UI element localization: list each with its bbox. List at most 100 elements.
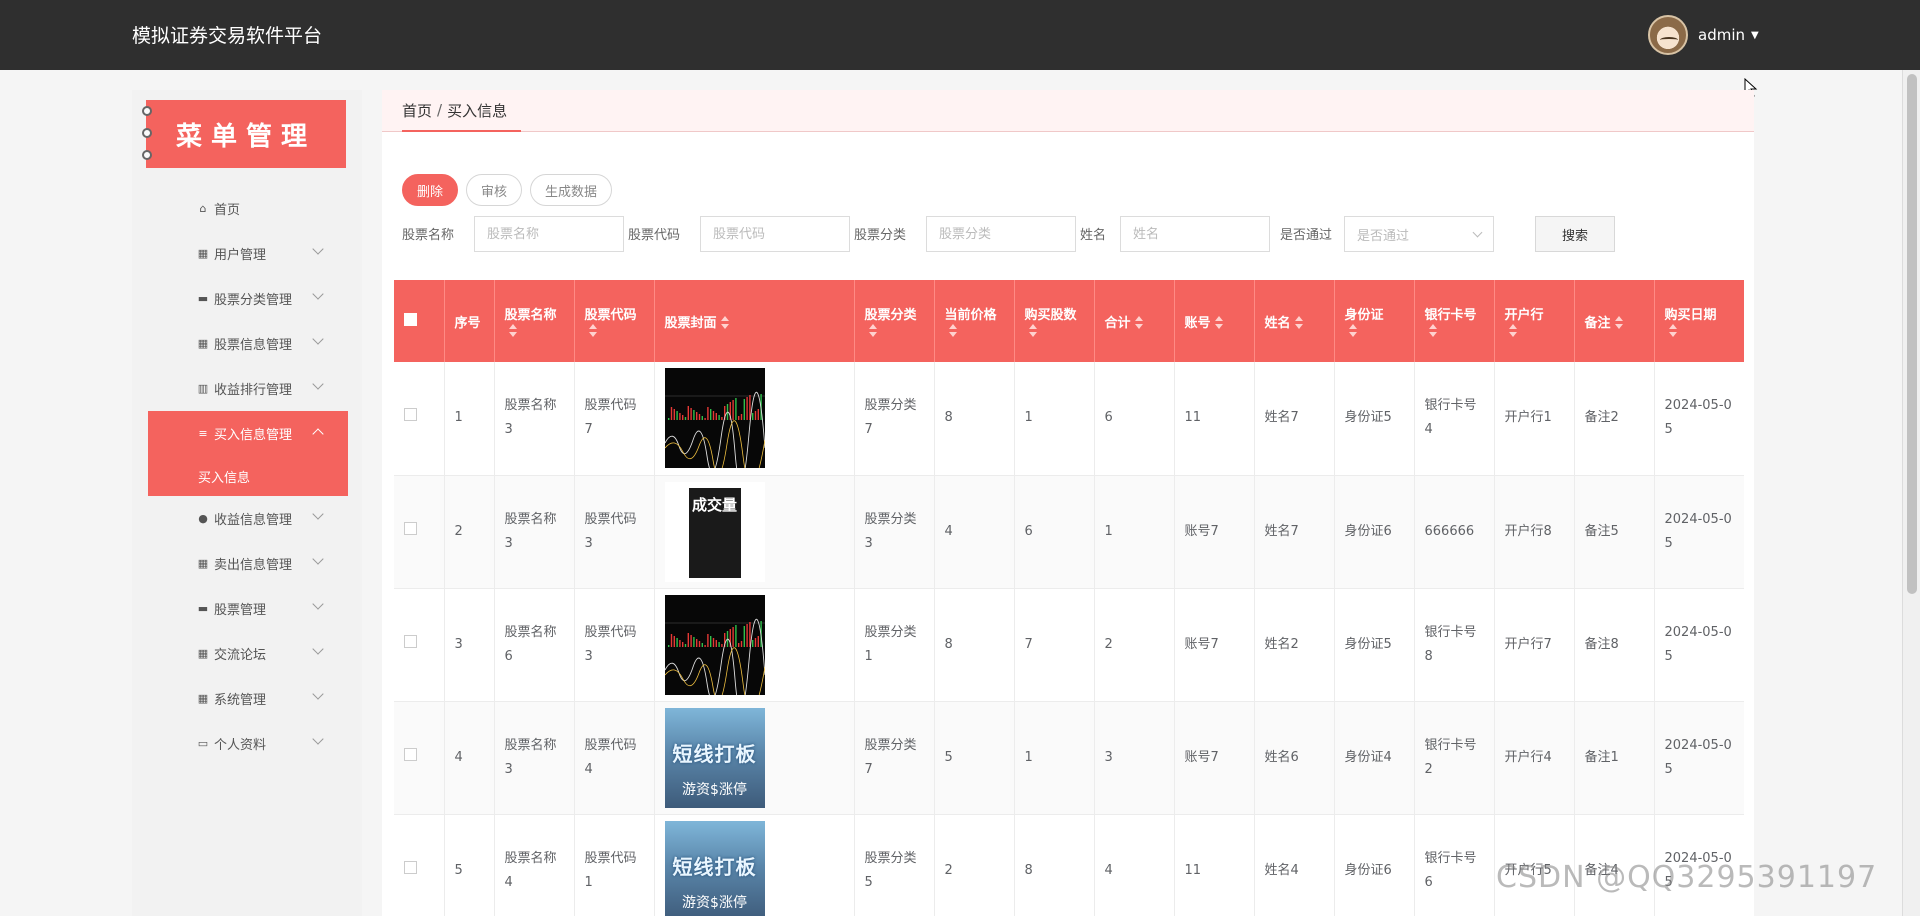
row-select-cell xyxy=(394,588,445,702)
select-all-checkbox[interactable] xyxy=(404,312,417,326)
sidebar-item-6[interactable]: ● 收益信息管理 xyxy=(148,496,348,541)
approved-select[interactable]: 是否通过 xyxy=(1344,216,1494,252)
sidebar-item-4[interactable]: ▥ 收益排行管理 xyxy=(148,366,348,411)
user-menu[interactable]: admin ▼ xyxy=(1648,14,1759,56)
column-header[interactable]: 当前价格 xyxy=(934,280,1015,362)
delete-button[interactable]: 删除 xyxy=(402,174,459,206)
sort-caret-icon[interactable] xyxy=(1134,316,1144,330)
cell-category: 股票分类1 xyxy=(854,588,935,702)
sort-caret-icon[interactable] xyxy=(948,323,958,338)
app-title: 模拟证券交易软件平台 xyxy=(132,25,323,47)
stock-code-input[interactable] xyxy=(700,216,850,252)
sort-caret-icon[interactable] xyxy=(1214,316,1224,330)
breadcrumb-home[interactable]: 首页 xyxy=(402,100,432,121)
column-header[interactable]: 股票代码 xyxy=(574,280,655,362)
cell-id: 3 xyxy=(444,588,495,702)
sort-caret-icon[interactable] xyxy=(720,316,730,330)
cell-branch: 开户行8 xyxy=(1494,475,1575,589)
row-select-cell xyxy=(394,814,445,916)
sort-caret-icon[interactable] xyxy=(1614,316,1624,330)
sidebar-item-8[interactable]: ▬ 股票管理 xyxy=(148,586,348,631)
sidebar-item-5[interactable]: ≡ 买入信息管理 xyxy=(148,411,348,456)
sort-caret-icon[interactable] xyxy=(1028,323,1038,338)
sidebar-subitem-buy-info[interactable]: 买入信息 xyxy=(148,456,348,496)
table-row[interactable]: 4 股票名称3 股票代码4 短线打板 游资$涨停 股票分类7 5 1 3 账号7 姓名6 身份证4 银行… xyxy=(394,701,1744,815)
sidebar-item-label: 首页 xyxy=(214,203,241,218)
sort-caret-icon[interactable] xyxy=(508,323,518,338)
cell-account: 11 xyxy=(1174,814,1255,916)
column-header[interactable]: 银行卡号 xyxy=(1414,280,1495,362)
sidebar: 菜单管理 ⌂ 首页 ▦ 用户管理 ▬ 股票分类管理 ▦ 股票信息管理 ▥ 收益排行管理 ≡ 买入信息管… xyxy=(132,90,362,916)
cell-account: 账号7 xyxy=(1174,475,1255,589)
cell-note: 备注1 xyxy=(1574,701,1655,815)
page-scrollbar[interactable] xyxy=(1902,70,1920,916)
column-header-label: 当前价格 xyxy=(944,308,997,323)
sidebar-item-7[interactable]: ▦ 卖出信息管理 xyxy=(148,541,348,586)
book-cover-image: 成交量 xyxy=(664,481,765,582)
cell-shares: 1 xyxy=(1014,701,1095,815)
scrollbar-thumb[interactable] xyxy=(1907,74,1917,594)
column-header-label: 姓名 xyxy=(1264,315,1291,331)
sidebar-item-label: 卖出信息管理 xyxy=(214,558,293,573)
stock-name-input[interactable] xyxy=(474,216,624,252)
poster-title: 短线打板 xyxy=(672,854,757,879)
user-name[interactable]: admin xyxy=(1698,26,1745,44)
cell-cover: 短线打板 游资$涨停 xyxy=(654,701,855,815)
table-row[interactable]: 1 股票名称3 股票代码7 股票分类7 8 1 6 11 姓名7 身份证5 银行卡号4 开户行1 备注2… xyxy=(394,362,1744,476)
search-button[interactable]: 搜索 xyxy=(1535,216,1615,252)
column-header[interactable]: 合计 xyxy=(1094,280,1175,362)
sort-caret-icon[interactable] xyxy=(868,323,878,338)
sort-caret-icon[interactable] xyxy=(1348,323,1358,338)
column-header[interactable]: 账号 xyxy=(1174,280,1255,362)
sidebar-item-1[interactable]: ▦ 用户管理 xyxy=(148,231,348,276)
action-buttons: 删除 审核 生成数据 xyxy=(402,174,620,206)
column-header[interactable]: 开户行 xyxy=(1494,280,1575,362)
sidebar-item-3[interactable]: ▦ 股票信息管理 xyxy=(148,321,348,366)
cell-code: 股票代码1 xyxy=(574,814,655,916)
chevron-down-icon xyxy=(312,333,324,345)
column-header[interactable]: 姓名 xyxy=(1254,280,1335,362)
stock-category-input[interactable] xyxy=(926,216,1076,252)
audit-button[interactable]: 审核 xyxy=(466,174,523,206)
caret-down-icon[interactable]: ▼ xyxy=(1751,30,1759,41)
cell-cover xyxy=(654,588,855,702)
bar-chart-icon: ▥ xyxy=(197,382,209,395)
cell-name: 股票名称6 xyxy=(494,588,575,702)
column-header[interactable]: 股票名称 xyxy=(494,280,575,362)
row-checkbox[interactable] xyxy=(404,634,417,648)
sidebar-item-0[interactable]: ⌂ 首页 xyxy=(148,186,348,231)
sort-caret-icon[interactable] xyxy=(1668,323,1678,338)
column-header[interactable]: 备注 xyxy=(1574,280,1655,362)
avatar[interactable] xyxy=(1648,15,1688,55)
sort-caret-icon[interactable] xyxy=(1428,323,1438,338)
sort-caret-icon[interactable] xyxy=(588,323,598,338)
sort-caret-icon[interactable] xyxy=(1508,323,1518,338)
column-header[interactable]: 股票分类 xyxy=(854,280,935,362)
grid-icon: ▦ xyxy=(197,247,209,260)
row-checkbox[interactable] xyxy=(404,747,417,761)
sidebar-item-9[interactable]: ▦ 交流论坛 xyxy=(148,631,348,676)
column-header[interactable]: 购买股数 xyxy=(1014,280,1095,362)
approved-select-value: 是否通过 xyxy=(1357,228,1410,244)
column-header[interactable]: 身份证 xyxy=(1334,280,1415,362)
column-header: 序号 xyxy=(444,280,495,362)
sidebar-item-11[interactable]: ▭ 个人资料 xyxy=(148,721,348,766)
column-header[interactable]: 购买日期 xyxy=(1654,280,1744,362)
name-input[interactable] xyxy=(1120,216,1270,252)
sidebar-item-10[interactable]: ▦ 系统管理 xyxy=(148,676,348,721)
sort-caret-icon[interactable] xyxy=(1294,316,1304,330)
column-header-label: 购买股数 xyxy=(1024,308,1077,323)
column-header[interactable]: 股票封面 xyxy=(654,280,855,362)
row-checkbox[interactable] xyxy=(404,408,417,422)
row-checkbox[interactable] xyxy=(404,521,417,535)
sidebar-item-label: 用户管理 xyxy=(214,248,267,263)
filter-label-name: 姓名 xyxy=(1080,228,1107,243)
row-checkbox[interactable] xyxy=(404,860,417,874)
table-row[interactable]: 2 股票名称3 股票代码3 成交量 股票分类3 4 6 1 账号7 姓名7 身份证6 666666 开户… xyxy=(394,475,1744,589)
cell-date: 2024-05-05 xyxy=(1654,588,1744,702)
cell-bank: 666666 xyxy=(1414,475,1495,589)
table-row[interactable]: 3 股票名称6 股票代码3 股票分类1 8 7 2 账号7 姓名2 身份证5 银行卡号8 开户行7 备注… xyxy=(394,588,1744,702)
sidebar-item-2[interactable]: ▬ 股票分类管理 xyxy=(148,276,348,321)
generate-data-button[interactable]: 生成数据 xyxy=(530,174,613,206)
binder-ring-icon xyxy=(142,106,152,116)
